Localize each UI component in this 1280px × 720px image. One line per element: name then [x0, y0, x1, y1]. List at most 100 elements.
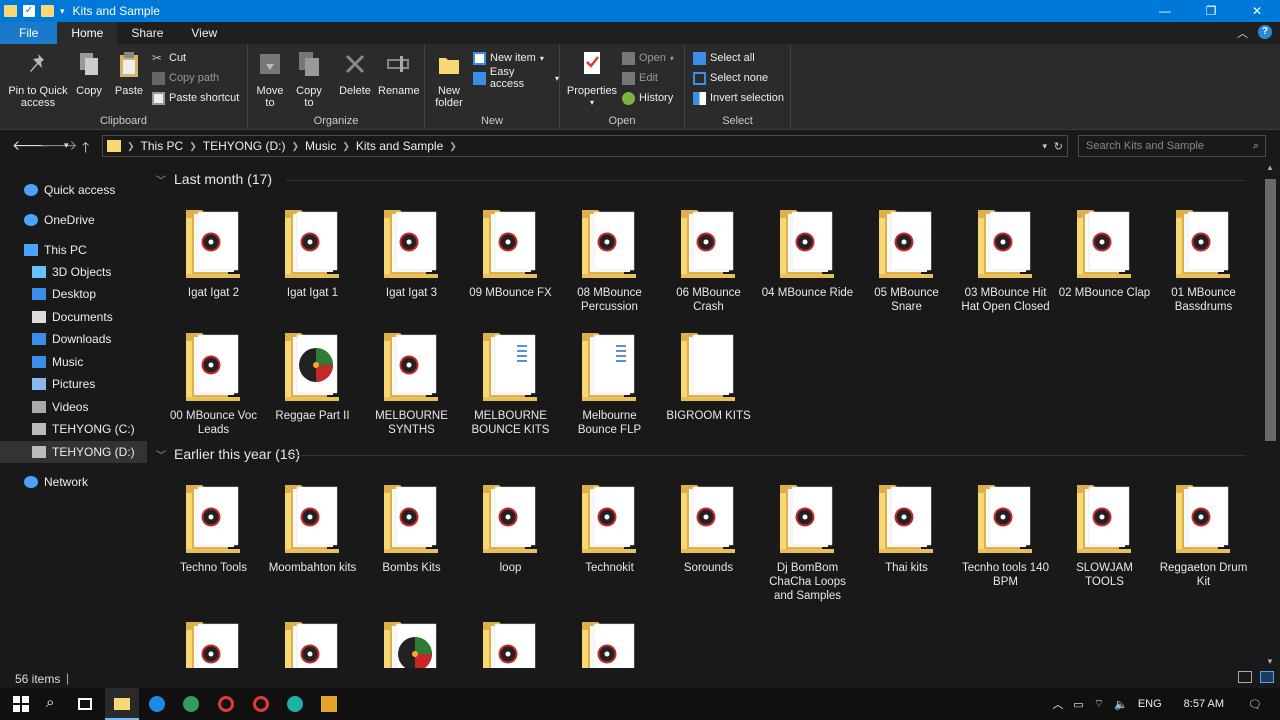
folder-item[interactable]: Reggae Part II — [265, 327, 360, 447]
breadcrumb-music[interactable]: Music — [301, 139, 340, 153]
easy-access-button[interactable]: Easy access ▾ — [473, 66, 559, 90]
windows-start-icon[interactable] — [12, 696, 30, 712]
scrollbar-thumb[interactable] — [1265, 179, 1276, 441]
large-icons-view-icon[interactable] — [1260, 671, 1274, 683]
copy-path-button[interactable]: Copy path — [152, 69, 219, 87]
antivirus-icon[interactable] — [253, 696, 269, 712]
opera-icon[interactable] — [218, 696, 234, 712]
folder-item[interactable] — [265, 616, 360, 668]
recent-locations-chevron-icon[interactable]: ▾ — [64, 140, 69, 151]
scroll-down-icon[interactable]: ▼ — [1266, 657, 1274, 666]
folder-item[interactable]: Bombs Kits — [364, 479, 459, 599]
group-header[interactable]: ﹀ Earlier this year (16) — [156, 446, 1246, 462]
network-icon[interactable]: ⌔ — [1094, 697, 1104, 711]
maximize-button[interactable]: ❐ — [1188, 0, 1234, 22]
sidebar-item-3d-objects[interactable]: 3D Objects — [0, 261, 147, 283]
refresh-icon[interactable]: ↻ — [1054, 140, 1063, 153]
sidebar-item-documents[interactable]: Documents — [0, 306, 147, 328]
folder-item[interactable]: Tecnho tools 140 BPM — [958, 479, 1053, 599]
breadcrumb-drive-d[interactable]: TEHYONG (D:) — [199, 139, 290, 153]
folder-item[interactable]: Techno Tools — [166, 479, 261, 599]
task-view-icon[interactable] — [78, 698, 92, 710]
folder-item[interactable]: 02 MBounce Clap — [1057, 204, 1152, 324]
copy-to-button[interactable]: Copy to — [292, 50, 326, 109]
sidebar-item-tehyong-d[interactable]: TEHYONG (D:) — [0, 441, 147, 463]
close-button[interactable]: ✕ — [1234, 0, 1280, 22]
folder-item[interactable]: Sorounds — [661, 479, 756, 599]
sidebar-item-quick-access[interactable]: Quick access — [0, 179, 147, 201]
tab-file[interactable]: File — [0, 22, 58, 44]
folder-item[interactable]: Igat Igat 2 — [166, 204, 261, 324]
file-explorer-taskbar-button[interactable] — [105, 688, 139, 720]
folder-item[interactable]: 01 MBounce Bassdrums — [1156, 204, 1251, 324]
invert-selection-button[interactable]: Invert selection — [693, 89, 784, 107]
collapse-ribbon-chevron-icon[interactable]: ︿ — [1237, 25, 1248, 41]
clock[interactable]: 8:57 AM — [1184, 698, 1224, 710]
cut-button[interactable]: ✂ Cut — [152, 49, 186, 67]
notification-icon[interactable]: 🗨 — [1248, 698, 1262, 711]
folder-item[interactable]: loop — [463, 479, 558, 599]
pin-to-quick-access-button[interactable]: Pin to Quick access — [6, 50, 70, 109]
forward-arrow-icon[interactable]: 🡒 — [40, 137, 78, 154]
paste-shortcut-button[interactable]: Paste shortcut — [152, 89, 239, 107]
media-app-icon[interactable] — [321, 696, 337, 712]
folder-item[interactable]: Technokit — [562, 479, 657, 599]
folder-item[interactable]: Igat Igat 1 — [265, 204, 360, 324]
volume-icon[interactable]: 🔈 — [1114, 698, 1128, 711]
scroll-up-icon[interactable]: ▲ — [1266, 163, 1274, 172]
details-view-icon[interactable] — [1238, 671, 1252, 683]
folder-item[interactable]: Moombahton kits — [265, 479, 360, 599]
sidebar-item-music[interactable]: Music — [0, 351, 147, 373]
new-item-button[interactable]: New item ▾ — [473, 49, 544, 67]
history-button[interactable]: History — [622, 89, 673, 107]
minimize-button[interactable]: — — [1142, 0, 1188, 22]
new-folder-icon[interactable] — [41, 5, 54, 17]
folder-item[interactable]: Dj BomBom ChaCha Loops and Samples — [760, 479, 855, 602]
folder-item[interactable]: 00 MBounce Voc Leads — [166, 327, 261, 447]
folder-item[interactable] — [463, 616, 558, 668]
folder-item[interactable]: SLOWJAM TOOLS — [1057, 479, 1152, 599]
collapse-chevron-icon[interactable]: ﹀ — [156, 447, 166, 462]
select-all-button[interactable]: Select all — [693, 49, 755, 67]
sidebar-item-onedrive[interactable]: OneDrive — [0, 209, 147, 231]
sidebar-item-downloads[interactable]: Downloads — [0, 328, 147, 350]
folder-item[interactable]: BIGROOM KITS — [661, 327, 756, 447]
folder-item[interactable]: Reggaeton Drum Kit — [1156, 479, 1251, 599]
vertical-scrollbar[interactable]: ▲ ▼ — [1262, 161, 1280, 668]
edge-legacy-icon[interactable] — [149, 696, 165, 712]
search-icon[interactable]: ⌕ — [46, 694, 64, 711]
folder-item[interactable]: Thai kits — [859, 479, 954, 599]
open-button[interactable]: Open ▾ — [622, 49, 674, 67]
folder-item[interactable] — [364, 616, 459, 668]
folder-item[interactable]: 03 MBounce Hit Hat Open Closed — [958, 204, 1053, 324]
folder-item[interactable]: 05 MBounce Snare — [859, 204, 954, 324]
address-dropdown-icon[interactable]: ▾ — [1042, 141, 1047, 152]
show-hidden-icons-chevron-icon[interactable]: ︿ — [1052, 696, 1063, 712]
properties-button[interactable]: Properties ▾ — [566, 50, 618, 109]
properties-check-icon[interactable]: ✓ — [23, 5, 35, 17]
tab-view[interactable]: View — [177, 22, 231, 44]
edge-icon[interactable] — [287, 696, 303, 712]
move-to-button[interactable]: Move to — [254, 50, 286, 109]
help-icon[interactable]: ? — [1258, 25, 1272, 39]
sidebar-item-network[interactable]: Network — [0, 471, 147, 493]
input-language[interactable]: ENG — [1138, 698, 1162, 710]
up-arrow-icon[interactable]: 🡑 — [82, 137, 89, 161]
folder-item[interactable] — [166, 616, 261, 668]
sidebar-item-this-pc[interactable]: This PC — [0, 239, 147, 261]
folder-item[interactable]: 06 MBounce Crash — [661, 204, 756, 324]
folder-item[interactable]: Melbourne Bounce FLP — [562, 327, 657, 447]
search-input[interactable]: Search Kits and Sample ⌕ — [1078, 135, 1266, 157]
group-header[interactable]: ﹀ Last month (17) — [156, 171, 1246, 187]
sidebar-item-desktop[interactable]: Desktop — [0, 283, 147, 305]
folder-item[interactable] — [562, 616, 657, 668]
folder-item[interactable]: MELBOURNE BOUNCE KITS — [463, 327, 558, 447]
breadcrumb-kits-and-sample[interactable]: Kits and Sample — [352, 139, 447, 153]
sidebar-item-pictures[interactable]: Pictures — [0, 373, 147, 395]
edit-button[interactable]: Edit — [622, 69, 658, 87]
collapse-chevron-icon[interactable]: ﹀ — [156, 172, 166, 187]
folder-item[interactable]: MELBOURNE SYNTHS — [364, 327, 459, 447]
sidebar-item-videos[interactable]: Videos — [0, 396, 147, 418]
folder-item[interactable]: 04 MBounce Ride — [760, 204, 855, 324]
folder-item[interactable]: 08 MBounce Percussion — [562, 204, 657, 324]
